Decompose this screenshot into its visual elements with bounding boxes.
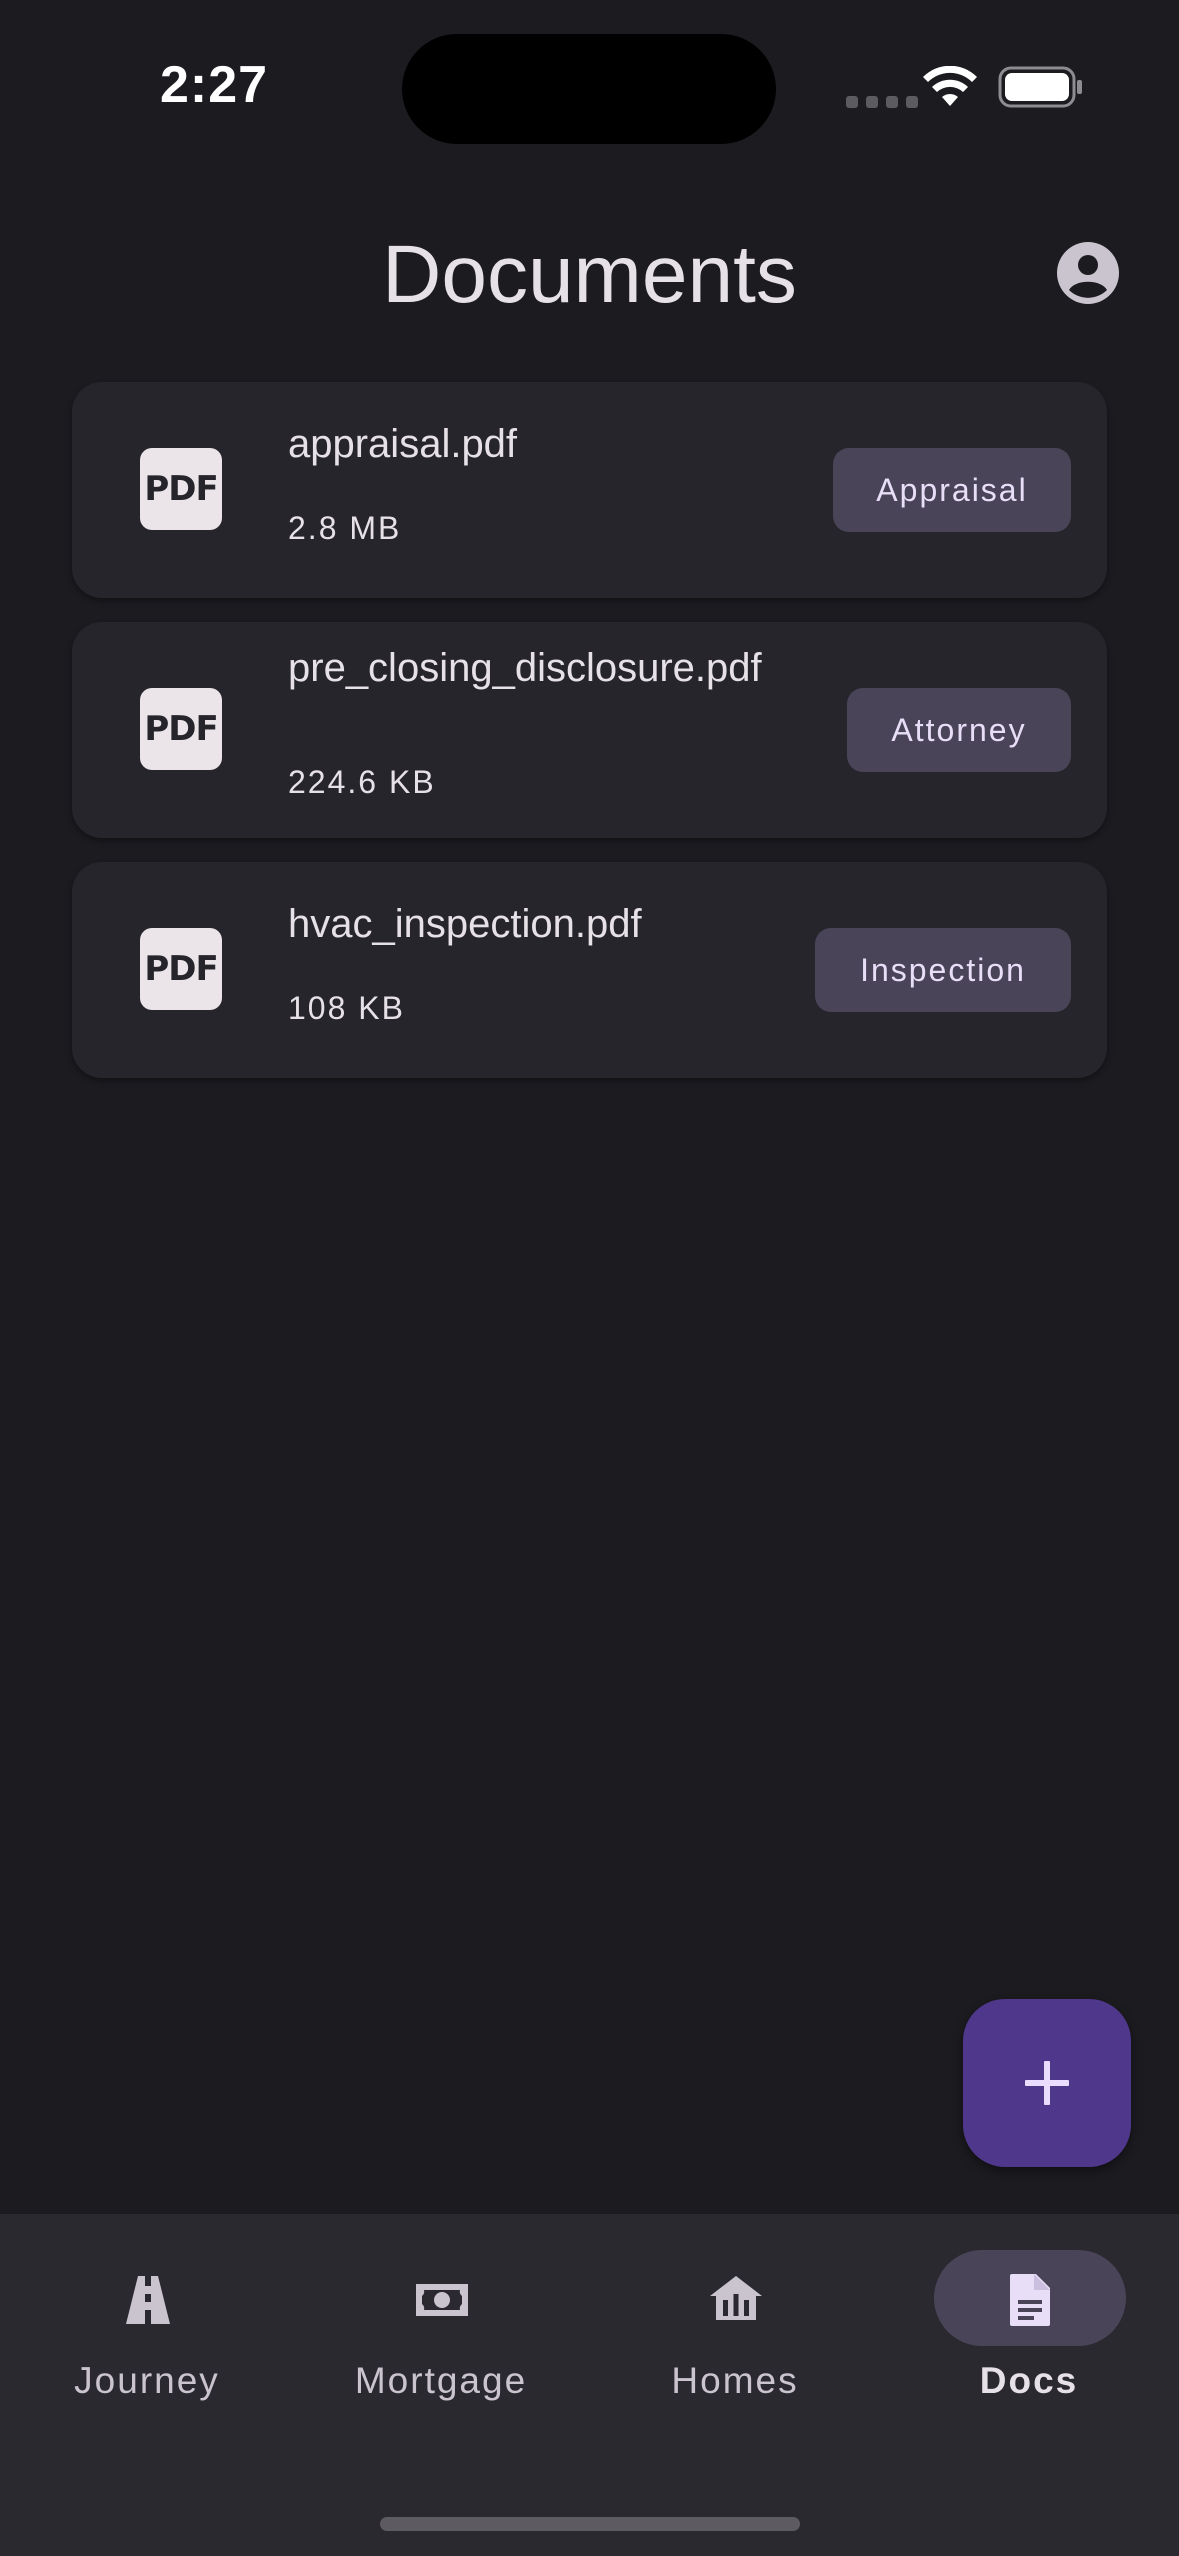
document-size: 224.6 KB: [288, 764, 436, 800]
home-indicator[interactable]: [380, 2517, 800, 2531]
nav-item-docs[interactable]: Docs: [882, 2214, 1176, 2434]
road-icon: [126, 2276, 170, 2324]
page-title: Documents: [382, 229, 797, 320]
status-time: 2:27: [160, 56, 269, 114]
nav-item-homes[interactable]: Homes: [588, 2214, 882, 2434]
documents-screen: 2:27 Documents PDF appraisal.pdf 2.8 MB …: [0, 0, 1179, 2556]
document-name: appraisal.pdf: [288, 422, 518, 466]
document-name: pre_closing_disclosure.pdf: [288, 646, 762, 690]
document-name: hvac_inspection.pdf: [288, 902, 642, 946]
bottom-navigation: Journey Mortgage Homes Docs: [0, 2214, 1179, 2556]
document-card[interactable]: PDF hvac_inspection.pdf 108 KB Inspectio…: [72, 862, 1107, 1078]
add-document-button[interactable]: [963, 1999, 1131, 2167]
dynamic-island: [402, 34, 776, 144]
battery-icon: [998, 66, 1082, 108]
nav-label: Journey: [74, 2360, 220, 2401]
document-card[interactable]: PDF pre_closing_disclosure.pdf 224.6 KB …: [72, 622, 1107, 838]
nav-label: Homes: [671, 2360, 799, 2401]
nav-item-journey[interactable]: Journey: [0, 2214, 294, 2434]
home-icon: [710, 2276, 762, 2320]
nav-label: Docs: [979, 2360, 1079, 2401]
nav-item-mortgage[interactable]: Mortgage: [294, 2214, 588, 2434]
wifi-icon: [923, 66, 977, 106]
account-circle-icon[interactable]: [1055, 240, 1121, 306]
money-icon: [416, 2284, 468, 2316]
pdf-icon: PDF: [140, 928, 222, 1010]
document-tag[interactable]: Attorney: [847, 688, 1071, 772]
document-tag[interactable]: Inspection: [815, 928, 1071, 1012]
document-size: 2.8 MB: [288, 510, 402, 546]
pdf-icon: PDF: [140, 688, 222, 770]
pdf-icon: PDF: [140, 448, 222, 530]
cellular-signal-icon: [846, 96, 918, 108]
document-icon: [1010, 2274, 1050, 2326]
nav-label: Mortgage: [354, 2360, 528, 2401]
plus-icon: [1025, 2061, 1069, 2105]
document-card[interactable]: PDF appraisal.pdf 2.8 MB Appraisal: [72, 382, 1107, 598]
document-tag[interactable]: Appraisal: [833, 448, 1071, 532]
document-size: 108 KB: [288, 990, 405, 1026]
